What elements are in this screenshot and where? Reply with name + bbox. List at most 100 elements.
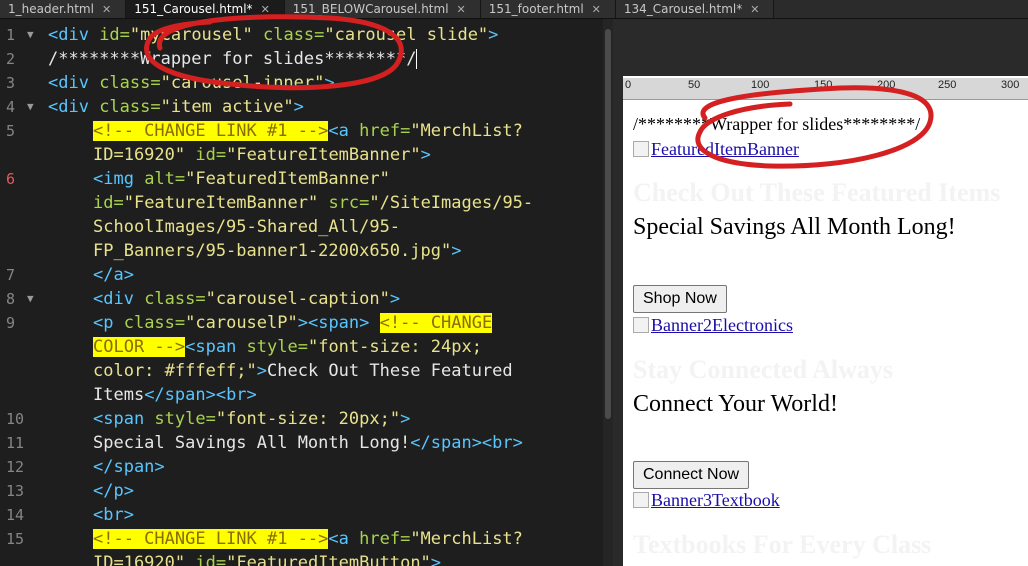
code-token: >: [293, 97, 304, 117]
editor-scrollbar-thumb[interactable]: [605, 29, 611, 419]
line-number: 8: [6, 290, 16, 308]
tab-label: 134_Carousel.html*: [623, 2, 743, 16]
tab-134-carousel[interactable]: 134_Carousel.html* ✕: [615, 0, 775, 18]
code-token: <a: [328, 529, 360, 549]
fold-arrow-icon[interactable]: ▼: [27, 23, 34, 47]
code-token: style=: [154, 409, 216, 429]
connect-now-button[interactable]: Connect Now: [633, 461, 750, 489]
code-token: Special Savings All Month Long!: [93, 433, 411, 453]
close-icon[interactable]: ✕: [592, 3, 601, 16]
code-editor[interactable]: 1 2 3 4 5 6 7 8 9 10 11 12 13 14 15 ▼ ▼ …: [0, 19, 613, 566]
code-token: ID=16920": [93, 553, 186, 566]
code-token: "carouselP": [185, 313, 298, 333]
code-token: </span>: [93, 457, 165, 477]
close-icon[interactable]: ✕: [457, 3, 466, 16]
code-token: "FeaturedItemBanner": [185, 169, 390, 189]
savings-caption: Special Savings All Month Long!: [633, 214, 956, 240]
code-token: >: [488, 25, 499, 45]
line-number: 7: [6, 266, 16, 284]
image-alt-text: FeaturedItemBanner: [651, 139, 799, 159]
code-token: Check Out These Featured: [267, 361, 513, 381]
code-line: <div class="carousel-inner">: [48, 71, 335, 95]
code-token: </a>: [93, 265, 134, 285]
code-token: </span><br>: [410, 433, 523, 453]
line-number: 5: [6, 122, 16, 140]
line-number: 9: [6, 314, 16, 332]
code-token: "MerchList?: [410, 529, 523, 549]
code-token: href=: [359, 121, 411, 141]
code-token: ><span>: [297, 313, 370, 333]
line-number: 15: [6, 530, 25, 548]
code-token: >: [389, 289, 401, 309]
tab-belowcarousel[interactable]: 151_BELOWCarousel.html ✕: [284, 0, 481, 18]
code-token: <br>: [93, 505, 134, 525]
code-token: src=: [328, 193, 370, 213]
fold-arrow-icon[interactable]: ▼: [27, 95, 34, 119]
shop-now-button[interactable]: Shop Now: [633, 285, 727, 313]
fold-arrow-icon[interactable]: ▼: [27, 287, 34, 311]
code-line: id="FeatureItemBanner" src="/SiteImages/…: [93, 191, 533, 215]
code-token: <div: [93, 289, 145, 309]
code-token: alt=: [144, 169, 186, 189]
code-token: "carousel-caption": [205, 289, 390, 309]
banner2-link[interactable]: Banner2Electronics: [633, 315, 793, 336]
code-token: "item active": [160, 97, 294, 117]
close-icon[interactable]: ✕: [261, 3, 270, 16]
horizontal-ruler: 0 50 100 150 200 250 300: [623, 78, 1028, 100]
image-alt-text: Banner2Electronics: [651, 315, 793, 335]
code-token: "MerchList?: [410, 121, 523, 141]
code-token: color: #fffeff;": [93, 361, 257, 381]
code-token: >: [451, 241, 462, 261]
code-line: <div class="item active">: [48, 95, 304, 119]
tab-carousel[interactable]: 151_Carousel.html* ✕: [126, 0, 285, 18]
pane-divider[interactable]: [613, 19, 623, 566]
text-caret: [416, 49, 418, 69]
code-line: ID=16920" id="FeaturedItemButton">: [93, 551, 441, 566]
editor-scrollbar[interactable]: [603, 19, 613, 566]
line-number: 2: [6, 50, 16, 68]
tab-header[interactable]: 1_header.html ✕: [0, 0, 127, 18]
live-preview-pane: 0 50 100 150 200 250 300 /********Wrappe…: [623, 19, 1028, 566]
code-token: ID=16920": [93, 145, 186, 165]
code-line: ID=16920" id="FeatureItemBanner">: [93, 143, 431, 167]
code-token: >: [430, 553, 442, 566]
close-icon[interactable]: ✕: [102, 3, 111, 16]
tab-label: 151_Carousel.html*: [134, 2, 253, 16]
code-comment: <!-- CHANGE LINK #1 -->: [93, 529, 329, 549]
code-token: FP_Banners/95-banner1-2200x650.jpg": [93, 241, 452, 261]
wrapper-comment-text: /********Wrapper for slides********/: [633, 114, 921, 134]
code-token: class=: [99, 73, 161, 93]
code-token: "carousel slide": [324, 25, 489, 45]
code-token: >: [420, 145, 431, 165]
code-line: SchoolImages/95-Shared_All/95-: [93, 215, 400, 239]
code-token: </span><br>: [144, 385, 257, 405]
ruler-label: 100: [751, 79, 770, 91]
code-token: id=: [195, 145, 227, 165]
tab-footer[interactable]: 151_footer.html ✕: [480, 0, 616, 18]
code-line: <!-- CHANGE LINK #1 --><a href="MerchLis…: [93, 527, 523, 551]
code-line: <p class="carouselP"><span> <!-- CHANGE: [93, 311, 493, 335]
code-comment: <!-- CHANGE: [379, 313, 493, 333]
code-token: id=: [99, 25, 130, 45]
line-number: 13: [6, 482, 25, 500]
code-token: <div: [48, 97, 100, 117]
code-token: <img: [93, 169, 145, 189]
code-token: >: [324, 73, 335, 93]
close-icon[interactable]: ✕: [750, 3, 759, 16]
code-token: "FeaturedItemButton": [226, 553, 431, 566]
line-number: 3: [6, 74, 16, 92]
code-token: <a: [328, 121, 360, 141]
code-token: "font-size: 20px;": [215, 409, 401, 429]
code-token: "carousel-inner": [160, 73, 325, 93]
code-comment: COLOR -->: [93, 337, 186, 357]
code-line: </p>: [93, 479, 134, 503]
featured-item-banner-link[interactable]: FeaturedItemBanner: [633, 139, 799, 160]
broken-image-icon: [633, 317, 649, 333]
line-number-error: 6: [6, 170, 16, 188]
banner3-link[interactable]: Banner3Textbook: [633, 490, 780, 511]
code-line: <span style="font-size: 20px;">: [93, 407, 410, 431]
code-token: <div: [48, 73, 100, 93]
connect-caption: Connect Your World!: [633, 391, 838, 417]
